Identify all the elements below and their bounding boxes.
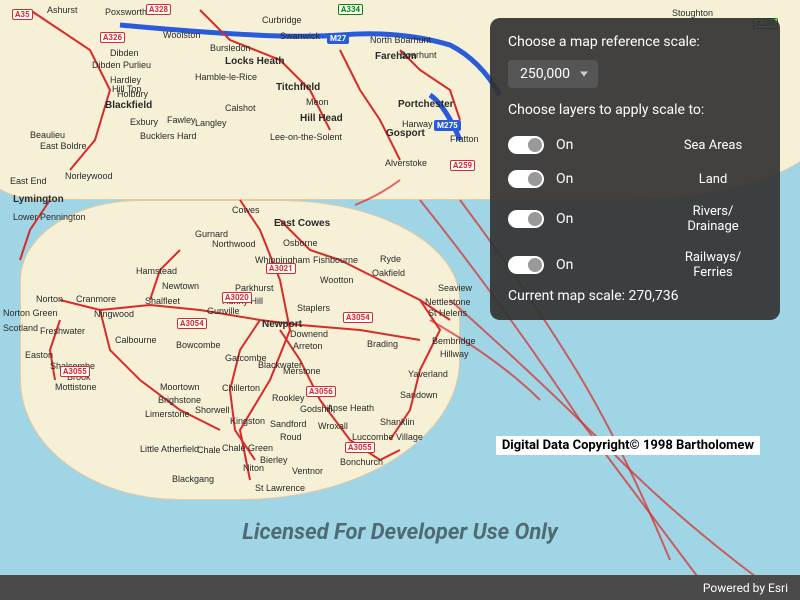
isle-of-wight bbox=[20, 200, 460, 500]
esri-attribution[interactable]: Powered by Esri bbox=[703, 581, 788, 595]
toggle-state: On bbox=[556, 137, 668, 153]
scale-label: Choose a map reference scale: bbox=[508, 34, 762, 50]
layer-name: Railways/ Ferries bbox=[668, 250, 758, 278]
layer-row: On Land bbox=[508, 162, 758, 196]
license-watermark: Licensed For Developer Use Only bbox=[0, 520, 800, 545]
layer-toggle[interactable] bbox=[508, 170, 544, 188]
toggle-state: On bbox=[556, 257, 668, 273]
scale-select[interactable]: 250,000 bbox=[508, 60, 598, 88]
layer-row: On Sea Areas bbox=[508, 128, 758, 162]
chevron-down-icon bbox=[580, 72, 588, 77]
layer-row: On Rivers/ Drainage bbox=[508, 196, 758, 242]
layer-name: Sea Areas bbox=[668, 138, 758, 153]
current-scale: Current map scale: 270,736 bbox=[508, 288, 762, 304]
layer-name: Rivers/ Drainage bbox=[668, 204, 758, 234]
scale-panel: Choose a map reference scale: 250,000 Ch… bbox=[490, 18, 780, 320]
copyright-notice: Digital Data Copyright© 1998 Bartholomew bbox=[496, 436, 760, 455]
layer-name: Land bbox=[668, 172, 758, 187]
layer-toggle[interactable] bbox=[508, 136, 544, 154]
layers-list[interactable]: On Sea Areas On Land On Rivers/ Drainage… bbox=[508, 128, 762, 278]
layer-toggle[interactable] bbox=[508, 210, 544, 228]
scale-value: 250,000 bbox=[520, 66, 570, 82]
layer-toggle[interactable] bbox=[508, 256, 544, 274]
toggle-state: On bbox=[556, 171, 668, 187]
layer-row: On Railways/ Ferries bbox=[508, 242, 758, 278]
footer: Powered by Esri bbox=[0, 575, 800, 600]
layers-label: Choose layers to apply scale to: bbox=[508, 102, 762, 118]
toggle-state: On bbox=[556, 211, 668, 227]
